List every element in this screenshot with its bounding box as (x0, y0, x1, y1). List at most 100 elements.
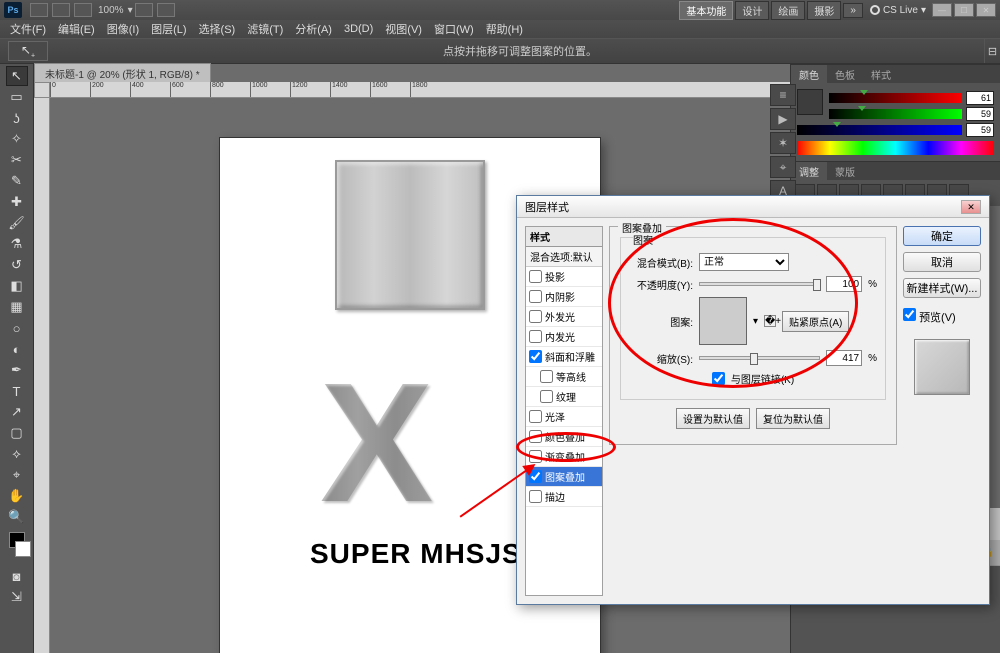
quickmask-tool[interactable]: ◙ (6, 566, 28, 586)
zoom-tool[interactable]: 🔍 (6, 507, 28, 527)
type-tool[interactable]: T (6, 381, 28, 401)
brush-tool[interactable]: 🖌 (6, 213, 28, 233)
minibridge-icon[interactable] (52, 3, 70, 17)
style-item-7[interactable]: 光泽 (526, 407, 602, 427)
style-checkbox-9[interactable] (529, 450, 542, 463)
stamp-tool[interactable]: ⚗ (6, 234, 28, 254)
opacity-input[interactable] (826, 276, 862, 292)
scale-slider[interactable] (699, 356, 820, 360)
cancel-button[interactable]: 取消 (903, 252, 981, 272)
zoom-level[interactable]: 100% (98, 5, 124, 16)
ruler-horizontal[interactable]: 020040060080010001200140016001800 (50, 82, 790, 98)
crop-tool[interactable]: ✂ (6, 150, 28, 170)
snap-origin-button[interactable]: 贴紧原点(A) (782, 311, 849, 332)
dodge-tool[interactable]: ◐ (6, 339, 28, 359)
tab-masks[interactable]: 蒙版 (827, 162, 863, 180)
pattern-swatch[interactable] (699, 297, 747, 345)
style-item-10[interactable]: 图案叠加 (526, 467, 602, 487)
style-item-5[interactable]: 等高线 (526, 367, 602, 387)
style-checkbox-5[interactable] (540, 370, 553, 383)
menu-help[interactable]: 帮助(H) (480, 21, 529, 37)
ruler-origin[interactable] (34, 82, 50, 98)
new-preset-icon[interactable]: �+ (764, 315, 776, 327)
menu-file[interactable]: 文件(F) (4, 21, 52, 37)
minimize-button[interactable]: — (932, 3, 952, 17)
tool-indicator[interactable]: ↖+ (8, 41, 48, 61)
input-b[interactable] (966, 123, 994, 137)
input-r[interactable] (966, 91, 994, 105)
style-item-11[interactable]: 描边 (526, 487, 602, 507)
screen-icon[interactable] (157, 3, 175, 17)
style-checkbox-1[interactable] (529, 290, 542, 303)
menu-view[interactable]: 视图(V) (379, 21, 428, 37)
opacity-slider[interactable] (699, 282, 820, 286)
tab-styles[interactable]: 样式 (863, 65, 899, 83)
marquee-tool[interactable]: ▭ (6, 87, 28, 107)
make-default-button[interactable]: 设置为默认值 (676, 408, 750, 429)
blend-mode-select[interactable]: 正常 (699, 253, 789, 271)
style-item-9[interactable]: 渐变叠加 (526, 447, 602, 467)
path-select-tool[interactable]: ↗ (6, 402, 28, 422)
style-checkbox-4[interactable] (529, 350, 542, 363)
input-g[interactable] (966, 107, 994, 121)
eyedropper-tool[interactable]: ✎ (6, 171, 28, 191)
healing-tool[interactable]: ✚ (6, 192, 28, 212)
slider-g[interactable] (829, 109, 962, 119)
maximize-button[interactable]: ☐ (954, 3, 974, 17)
ok-button[interactable]: 确定 (903, 226, 981, 246)
style-item-4[interactable]: 斜面和浮雕 (526, 347, 602, 367)
actions-icon[interactable]: ▶ (770, 108, 796, 130)
menu-window[interactable]: 窗口(W) (428, 21, 480, 37)
move-tool[interactable]: ↖ (6, 66, 28, 86)
ruler-vertical[interactable] (34, 98, 50, 653)
style-item-1[interactable]: 内阴影 (526, 287, 602, 307)
arrange-icon[interactable] (135, 3, 153, 17)
color-swatch[interactable] (797, 89, 823, 115)
clone-icon[interactable]: ⌖ (770, 156, 796, 178)
pattern-dropdown-icon[interactable]: ▾ (753, 316, 758, 327)
spectrum-bar[interactable] (797, 141, 994, 155)
cs-live[interactable]: CS Live▾ (870, 5, 926, 16)
workspace-design[interactable]: 设计 (735, 1, 769, 20)
collapse-panels-icon[interactable]: ⊟ (984, 39, 1000, 63)
dialog-titlebar[interactable]: 图层样式 ✕ (517, 196, 989, 218)
pen-tool[interactable]: ✒ (6, 360, 28, 380)
3d-camera-tool[interactable]: ⌖ (6, 465, 28, 485)
slider-r[interactable] (829, 93, 962, 103)
style-checkbox-8[interactable] (529, 430, 542, 443)
style-checkbox-10[interactable] (529, 470, 542, 483)
history-icon[interactable]: ≡ (770, 84, 796, 106)
slider-b[interactable] (797, 125, 962, 135)
workspace-more[interactable]: » (843, 3, 863, 18)
document-tab[interactable]: 未标题-1 @ 20% (形状 1, RGB/8) * (34, 63, 211, 84)
tab-swatches[interactable]: 色板 (827, 65, 863, 83)
brush-preset-icon[interactable]: ✶ (770, 132, 796, 154)
menu-analysis[interactable]: 分析(A) (289, 21, 338, 37)
viewmode-icon[interactable] (74, 3, 92, 17)
menu-layer[interactable]: 图层(L) (145, 21, 192, 37)
workspace-photo[interactable]: 摄影 (807, 1, 841, 20)
style-checkbox-11[interactable] (529, 490, 542, 503)
link-checkbox[interactable] (712, 372, 725, 385)
menu-image[interactable]: 图像(I) (101, 21, 145, 37)
hand-tool[interactable]: ✋ (6, 486, 28, 506)
style-checkbox-2[interactable] (529, 310, 542, 323)
style-item-6[interactable]: 纹理 (526, 387, 602, 407)
magic-wand-tool[interactable]: ✧ (6, 129, 28, 149)
style-item-2[interactable]: 外发光 (526, 307, 602, 327)
shape-tool[interactable]: ▢ (6, 423, 28, 443)
style-item-8[interactable]: 颜色叠加 (526, 427, 602, 447)
bridge-icon[interactable] (30, 3, 48, 17)
style-item-0[interactable]: 投影 (526, 267, 602, 287)
close-button[interactable]: ✕ (976, 3, 996, 17)
dialog-close-button[interactable]: ✕ (961, 200, 981, 214)
workspace-painting[interactable]: 绘画 (771, 1, 805, 20)
style-checkbox-0[interactable] (529, 270, 542, 283)
gradient-tool[interactable]: ▦ (6, 297, 28, 317)
history-brush-tool[interactable]: ↺ (6, 255, 28, 275)
lasso-tool[interactable]: ʖ (6, 108, 28, 128)
background-swatch[interactable] (15, 541, 31, 557)
style-checkbox-3[interactable] (529, 330, 542, 343)
blend-options[interactable]: 混合选项:默认 (526, 247, 602, 267)
scale-input[interactable] (826, 350, 862, 366)
